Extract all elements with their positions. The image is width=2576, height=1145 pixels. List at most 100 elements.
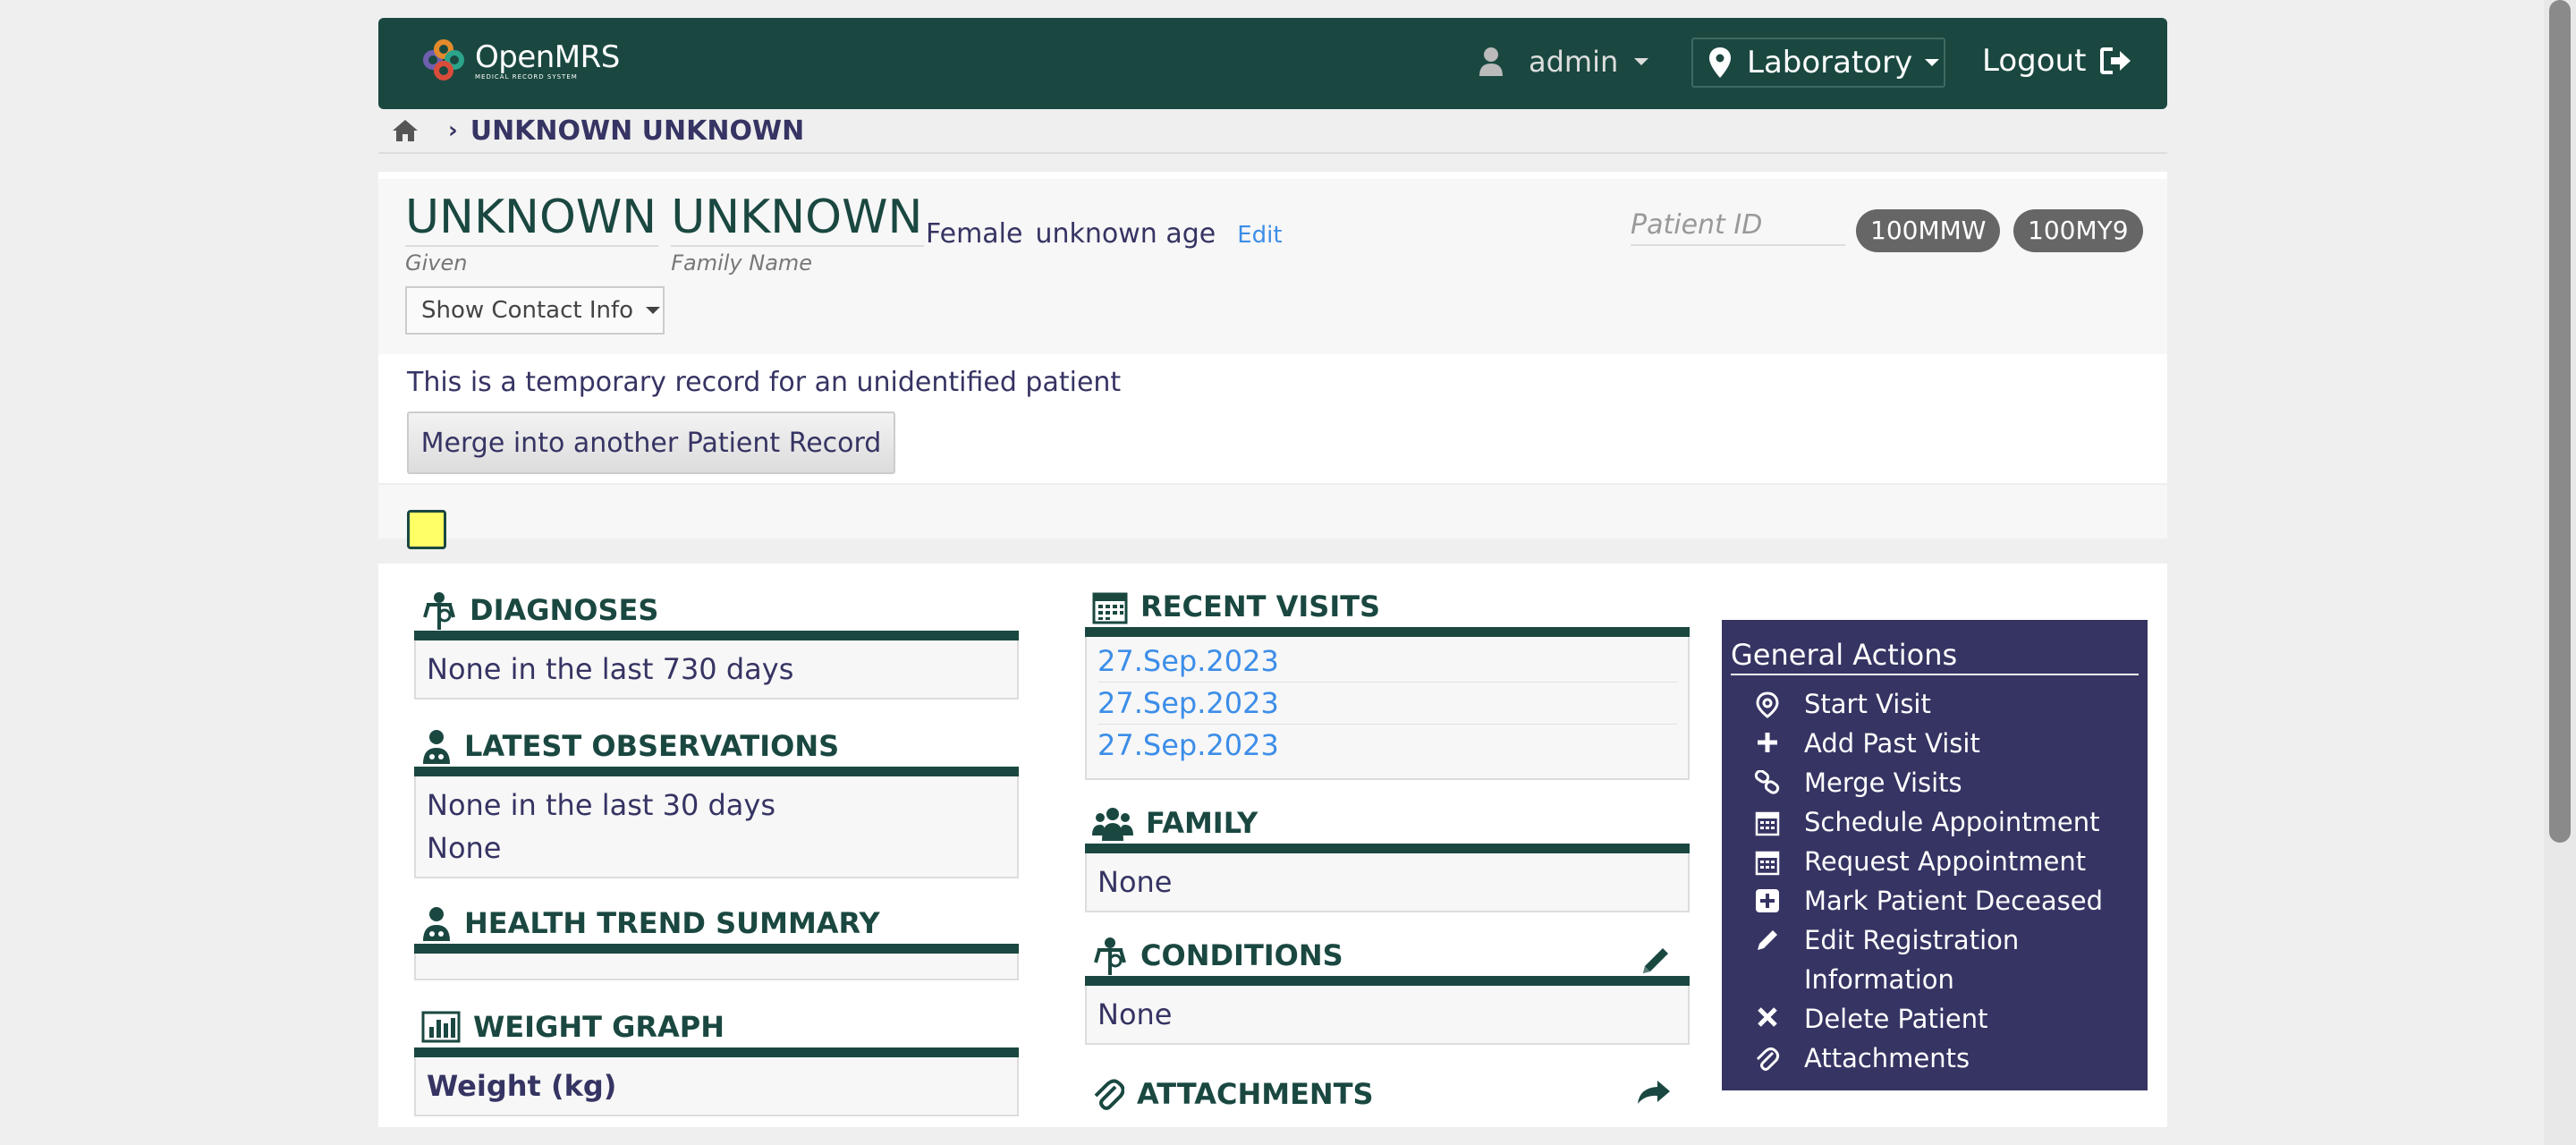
conditions-title: CONDITIONS (1140, 937, 1343, 972)
weight-graph-title: WEIGHT GRAPH (473, 1009, 724, 1044)
show-contact-info-button[interactable]: Show Contact Info (405, 286, 665, 335)
patient-id-badge: 100MY9 (2013, 209, 2143, 252)
logo-text: OpenMRS (475, 38, 620, 75)
given-name: UNKNOWN (405, 190, 659, 247)
page-container: OpenMRS MEDICAL RECORD SYSTEM admin Labo… (378, 18, 2167, 1127)
users-icon (1092, 807, 1133, 841)
patient-id-label: Patient ID (1631, 209, 1845, 246)
location-label: Laboratory (1747, 45, 1913, 81)
pencil-icon (1758, 930, 1777, 950)
temporary-record-message: This is a temporary record for an uniden… (407, 367, 1122, 398)
user-label: admin (1529, 45, 1619, 79)
doctor-icon (423, 906, 450, 941)
calendar-icon (1755, 811, 1780, 836)
family-content: None (1097, 865, 1173, 899)
openmrs-logo[interactable]: OpenMRS MEDICAL RECORD SYSTEM (423, 39, 620, 82)
conditions-widget: CONDITIONS None (1085, 934, 1690, 1045)
left-column: DIAGNOSES None in the last 730 days LATE… (414, 564, 1019, 1116)
general-actions-title: General Actions (1731, 638, 2139, 675)
patient-name: UNKNOWN Given UNKNOWN Family Name (405, 190, 936, 276)
observations-line: None (427, 831, 502, 865)
action-merge-visits[interactable]: Merge Visits (1731, 763, 2139, 802)
breadcrumb-patient-name: UNKNOWN UNKNOWN (470, 114, 805, 147)
chevron-right-icon: › (448, 117, 458, 144)
health-trend-title: HEALTH TREND SUMMARY (464, 905, 880, 940)
share-arrow-icon[interactable] (1636, 1079, 1672, 1106)
family-title: FAMILY (1146, 805, 1258, 840)
diagnoses-widget: DIAGNOSES None in the last 730 days (414, 589, 1019, 700)
action-mark-deceased[interactable]: Mark Patient Deceased (1731, 881, 2139, 920)
action-label: Schedule Appointment (1804, 807, 2100, 837)
recent-visits-widget: RECENT VISITS 27.Sep.2023 27.Sep.2023 27… (1085, 585, 1690, 780)
latest-observations-widget: LATEST OBSERVATIONS None in the last 30 … (414, 725, 1019, 878)
action-label: Delete Patient (1804, 1004, 1988, 1034)
action-attachments[interactable]: Attachments (1731, 1039, 2139, 1078)
patient-dashboard: DIAGNOSES None in the last 730 days LATE… (378, 564, 2167, 1127)
visit-link[interactable]: 27.Sep.2023 (1097, 640, 1677, 683)
paperclip-icon (1094, 1079, 1124, 1110)
edit-demographics-link[interactable]: Edit (1237, 222, 1282, 249)
sticky-note-icon[interactable] (407, 510, 446, 549)
paperclip-icon (1756, 1047, 1780, 1071)
top-header: OpenMRS MEDICAL RECORD SYSTEM admin Labo… (378, 18, 2167, 109)
bar-chart-icon (421, 1011, 461, 1042)
latest-observations-title: LATEST OBSERVATIONS (464, 728, 840, 763)
stethoscope-icon (1094, 937, 1126, 975)
action-add-past-visit[interactable]: Add Past Visit (1731, 724, 2139, 763)
pencil-icon[interactable] (1640, 945, 1672, 977)
plus-icon (1758, 733, 1777, 752)
action-label: Attachments (1804, 1043, 1970, 1073)
family-name: UNKNOWN (671, 190, 925, 247)
action-edit-registration[interactable]: Edit Registration Information (1731, 920, 2139, 999)
link-icon (1754, 770, 1780, 794)
family-name-label: Family Name (671, 250, 813, 276)
stethoscope-icon (423, 591, 455, 630)
action-delete-patient[interactable]: Delete Patient (1731, 999, 2139, 1039)
action-label: Merge Visits (1804, 768, 1962, 798)
temporary-record-notice: This is a temporary record for an uniden… (378, 354, 2167, 485)
action-label: Add Past Visit (1804, 728, 1980, 759)
diagnoses-title: DIAGNOSES (470, 592, 659, 627)
action-label: Start Visit (1804, 689, 1931, 719)
attachments-title: ATTACHMENTS (1137, 1077, 1374, 1111)
conditions-content: None (1097, 997, 1173, 1031)
recent-visits-title: RECENT VISITS (1140, 589, 1381, 623)
attachments-widget: ATTACHMENTS (1085, 1068, 1690, 1120)
logout-link[interactable]: Logout (1982, 43, 2132, 79)
action-start-visit[interactable]: Start Visit (1731, 684, 2139, 724)
plus-square-icon (1756, 889, 1779, 912)
merge-patient-button[interactable]: Merge into another Patient Record (407, 411, 895, 474)
location-selector[interactable]: Laboratory (1691, 38, 1945, 88)
action-schedule-appointment[interactable]: Schedule Appointment (1731, 802, 2139, 842)
sign-out-icon (2100, 47, 2131, 74)
breadcrumb: › UNKNOWN UNKNOWN (378, 109, 2167, 154)
patient-header: UNKNOWN Given UNKNOWN Family Name Female… (378, 172, 2167, 549)
observations-line: None in the last 30 days (427, 788, 775, 822)
action-label: Mark Patient Deceased (1804, 886, 2104, 916)
home-icon[interactable] (391, 118, 419, 143)
visit-link[interactable]: 27.Sep.2023 (1097, 725, 1677, 766)
scrollbar-thumb[interactable] (2549, 0, 2571, 843)
patient-age: unknown age (1035, 218, 1216, 250)
patient-id-badge: 100MMW (1856, 209, 2001, 252)
health-trend-widget: HEALTH TREND SUMMARY (414, 902, 1019, 980)
visit-link[interactable]: 27.Sep.2023 (1097, 683, 1677, 725)
action-label: Request Appointment (1804, 846, 2087, 877)
given-name-label: Given (405, 250, 468, 276)
user-icon (1479, 47, 1503, 76)
user-menu[interactable]: admin (1479, 45, 1649, 79)
map-marker-icon (1709, 47, 1731, 78)
weight-graph-widget: WEIGHT GRAPH Weight (kg) (414, 1005, 1019, 1116)
chevron-down-icon (1925, 59, 1940, 66)
logo-mark-icon (423, 39, 466, 82)
x-icon (1758, 1007, 1777, 1027)
calendar-icon (1755, 851, 1780, 876)
vertical-scrollbar[interactable] (2544, 0, 2576, 1145)
patient-demographics: Female unknown age Edit (926, 218, 1283, 250)
chevron-down-icon (1634, 58, 1649, 65)
action-request-appointment[interactable]: Request Appointment (1731, 842, 2139, 881)
logout-label: Logout (1982, 43, 2087, 79)
map-pin-icon (1756, 691, 1779, 718)
general-actions-panel: General Actions Start Visit Add Past Vis… (1722, 620, 2148, 1090)
caret-down-icon (646, 307, 661, 314)
